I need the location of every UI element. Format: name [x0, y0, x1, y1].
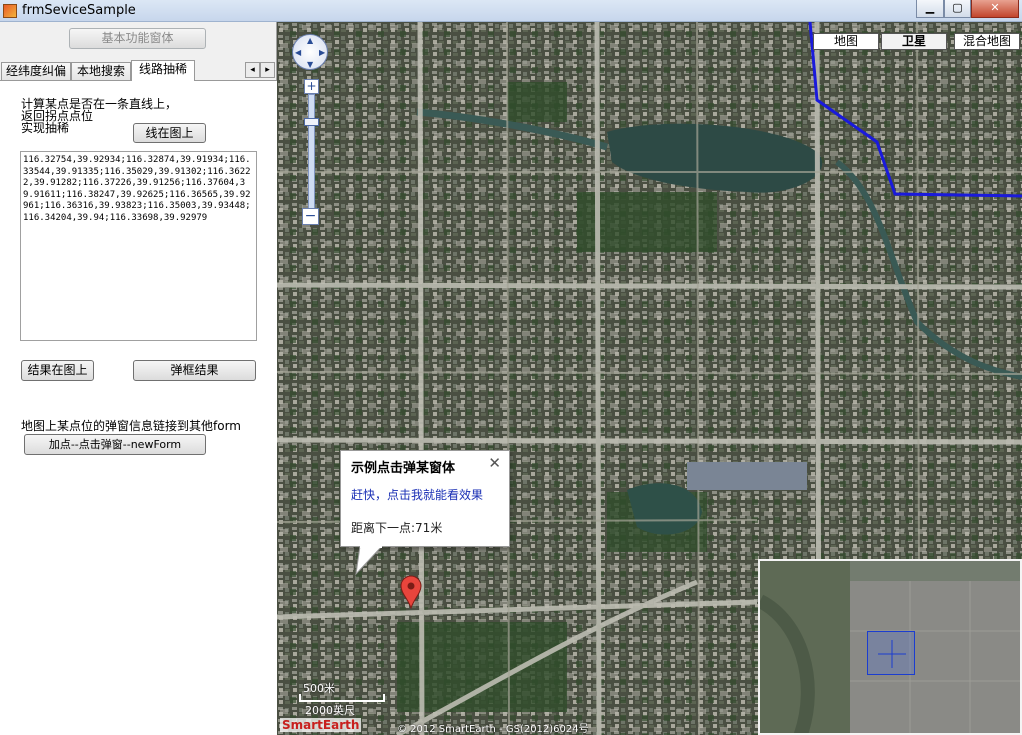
popup-link[interactable]: 赶快，点击我就能看效果 [351, 486, 483, 503]
tab-strip: 经纬度纠偏 本地搜索 线路抽稀 ◂ ▸ [0, 60, 277, 81]
map-type-hybrid-button[interactable]: 混合地图 [954, 33, 1020, 50]
pan-left-icon[interactable]: ◀ [295, 48, 301, 57]
popup-close-icon[interactable]: ✕ [488, 454, 501, 472]
copyright-text: © 2012 SmartEarth - GS(2012)6024号 [397, 724, 589, 735]
basic-function-button[interactable]: 基本功能窗体 [69, 28, 206, 49]
pan-control[interactable]: ▲ ▼ ◀ ▶ [292, 34, 328, 70]
tab-coordinate-correction[interactable]: 经纬度纠偏 [1, 62, 71, 81]
zoom-slider-handle[interactable] [304, 118, 319, 126]
map-marker-icon[interactable] [400, 575, 422, 609]
tab-content: 计算某点是否在一条直线上， 返回拐点点位 实现抽稀 线在图上 116.32754,3… [0, 80, 277, 735]
close-button[interactable]: ✕ [971, 0, 1019, 18]
tab-local-search[interactable]: 本地搜索 [71, 62, 131, 81]
minimize-button[interactable]: ▁ [916, 0, 944, 18]
overview-viewport-box[interactable] [867, 631, 915, 675]
popup-tail [355, 546, 383, 576]
map-type-satellite-button[interactable]: 卫星 [881, 33, 947, 50]
popup-result-button[interactable]: 弹框结果 [133, 360, 256, 381]
crosshair-icon [878, 640, 906, 668]
window-titlebar: frmSeviceSample ▁ ▢ ✕ [0, 0, 1022, 22]
left-panel: 基本功能窗体 经纬度纠偏 本地搜索 线路抽稀 ◂ ▸ 计算某点是否在一条直线上，… [0, 22, 277, 735]
coordinates-textarea[interactable]: 116.32754,39.92934;116.32874,39.91934;11… [20, 151, 257, 341]
smartearth-logo: SmartEarth [280, 718, 362, 732]
popup-distance-text: 距离下一点:71米 [351, 521, 443, 535]
tab-scroll-right-button[interactable]: ▸ [260, 62, 275, 78]
zoom-out-button[interactable]: − [302, 208, 319, 225]
map-type-map-button[interactable]: 地图 [813, 33, 879, 50]
tab-scroll-left-button[interactable]: ◂ [245, 62, 260, 78]
maximize-button[interactable]: ▢ [944, 0, 971, 18]
popup-title: 示例点击弹某窗体 [351, 461, 456, 476]
pan-down-icon[interactable]: ▼ [307, 60, 313, 69]
tab-route-thinning[interactable]: 线路抽稀 [131, 60, 195, 81]
zoom-in-button[interactable]: + [304, 79, 319, 94]
link-description-text: 地图上某点位的弹窗信息链接到其他form [21, 419, 241, 433]
satellite-map[interactable]: 地图 卫星 混合地图 ▲ ▼ ◀ ▶ + − 示例点击弹某窗体 ✕ 赶快，点击我… [277, 22, 1022, 735]
scale-imperial-label: 2000英尺 [305, 704, 355, 717]
overview-minimap[interactable] [758, 559, 1022, 735]
scale-bar [299, 694, 385, 702]
window-title: frmSeviceSample [22, 3, 136, 18]
info-popup: 示例点击弹某窗体 ✕ 赶快，点击我就能看效果 距离下一点:71米 [340, 450, 510, 547]
app-icon [3, 4, 17, 18]
line-on-map-button[interactable]: 线在图上 [133, 123, 206, 143]
add-point-popup-button[interactable]: 加点--点击弹窗--newForm [24, 434, 206, 455]
zoom-slider-track[interactable] [308, 94, 315, 212]
result-on-map-button[interactable]: 结果在图上 [21, 360, 94, 381]
pan-up-icon[interactable]: ▲ [307, 36, 313, 45]
pan-right-icon[interactable]: ▶ [319, 48, 325, 57]
